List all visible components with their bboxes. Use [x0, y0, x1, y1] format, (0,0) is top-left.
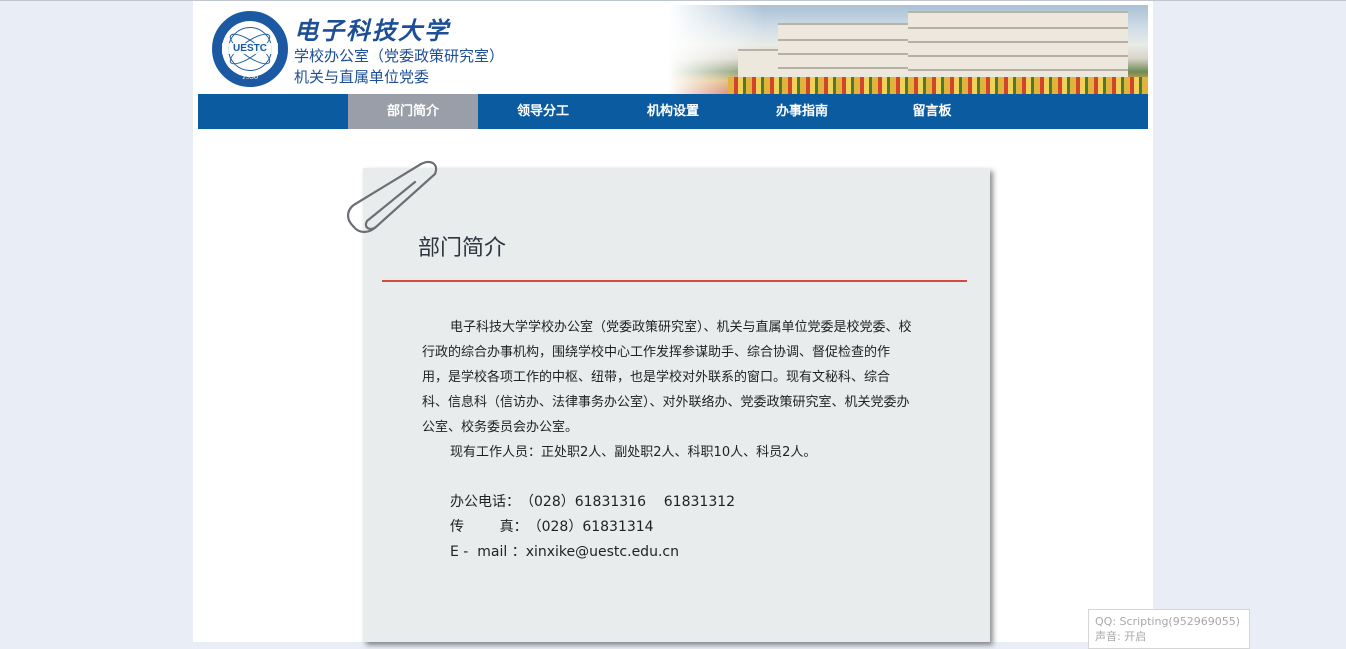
nav-item-intro[interactable]: 部门简介: [348, 94, 478, 129]
nav-item-organization[interactable]: 机构设置: [608, 94, 738, 129]
nav-item-message-board[interactable]: 留言板: [867, 94, 997, 129]
qq-tooltip: QQ: Scripting(952969055) 声音: 开启: [1088, 609, 1250, 649]
staff-paragraph: 现有工作人员：正处职2人、副处职2人、科职10人、科员2人。: [450, 445, 817, 460]
fax-label: 传 真：: [450, 519, 528, 535]
contact-phone: 办公电话：（028）61831316 61831312: [450, 491, 735, 511]
department-name: 学校办公室（党委政策研究室）: [294, 47, 505, 65]
intro-text: 电子科技大学学校办公室（党委政策研究室）、机关与直属单位党委是校党委、校行政的综…: [422, 315, 914, 465]
fax-value: （028）61831314: [527, 519, 654, 535]
nav-item-guide[interactable]: 办事指南: [737, 94, 867, 129]
university-name: 电子科技大学: [294, 16, 450, 45]
page-container: UESTC 1956 电子科技大学 学校办公室（党委政策研究室） 机关与直属单位…: [193, 1, 1153, 642]
phone-label: 办公电话：: [450, 494, 520, 510]
intro-paragraph: 电子科技大学学校办公室（党委政策研究室）、机关与直属单位党委是校党委、校行政的综…: [422, 320, 912, 435]
logo-emblem: UESTC: [222, 21, 278, 77]
building-shape: [778, 23, 908, 77]
contact-email: E - mail ：xinxike@uestc.edu.cn: [450, 541, 679, 561]
qq-id: QQ: Scripting(952969055): [1095, 615, 1241, 628]
building-shape: [908, 11, 1128, 77]
site-header: UESTC 1956 电子科技大学 学校办公室（党委政策研究室） 机关与直属单位…: [198, 5, 1148, 94]
paperclip-icon: [347, 160, 438, 234]
main-nav: 部门简介 领导分工 机构设置 办事指南 留言板: [198, 94, 1148, 129]
content-card: 部门简介 电子科技大学学校办公室（党委政策研究室）、机关与直属单位党委是校党委、…: [363, 168, 990, 642]
contact-fax: 传 真：（028）61831314: [450, 516, 654, 536]
email-value[interactable]: xinxike@uestc.edu.cn: [526, 544, 679, 560]
flower-bed: [728, 77, 1148, 94]
email-label: E - mail ：: [450, 544, 526, 560]
phone-value: （028）61831316 61831312: [520, 494, 736, 510]
department-subname: 机关与直属单位党委: [294, 68, 430, 86]
logo-text: UESTC: [222, 43, 278, 54]
logo-year: 1956: [242, 72, 258, 81]
building-shape: [738, 49, 778, 77]
campus-banner-image: [668, 5, 1148, 94]
uestc-logo[interactable]: UESTC 1956: [212, 11, 288, 87]
title-divider: [382, 280, 967, 282]
nav-item-leadership[interactable]: 领导分工: [478, 94, 608, 129]
